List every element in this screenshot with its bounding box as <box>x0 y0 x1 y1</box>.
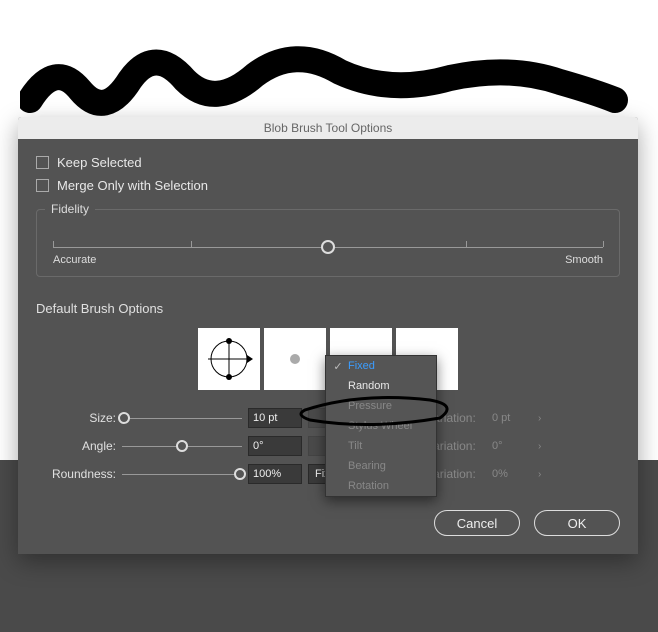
size-input[interactable] <box>248 408 302 428</box>
size-slider[interactable] <box>122 411 242 425</box>
chevron-right-icon: › <box>538 441 550 452</box>
popup-item-pressure[interactable]: Pressure <box>326 396 436 416</box>
roundness-label: Roundness: <box>36 467 116 481</box>
chevron-right-icon: › <box>538 469 550 480</box>
angle-variation-value: 0° <box>492 440 532 452</box>
fidelity-title: Fidelity <box>45 202 95 216</box>
fidelity-group: Fidelity Accurate Smooth <box>36 209 620 277</box>
fidelity-left-label: Accurate <box>53 254 96 266</box>
merge-only-label: Merge Only with Selection <box>57 178 208 193</box>
brush-stroke-sample <box>20 30 630 120</box>
check-icon: ✓ <box>332 360 344 373</box>
cancel-button[interactable]: Cancel <box>434 510 520 536</box>
keep-selected-checkbox[interactable] <box>36 156 49 169</box>
fidelity-right-label: Smooth <box>565 254 603 266</box>
chevron-right-icon: › <box>538 413 550 424</box>
popup-item-stylus-wheel[interactable]: Stylus Wheel <box>326 416 436 436</box>
angle-slider-handle[interactable] <box>176 440 188 452</box>
keep-selected-label: Keep Selected <box>57 155 142 170</box>
fidelity-slider-area: Accurate Smooth <box>53 224 603 266</box>
dialog-title: Blob Brush Tool Options <box>264 121 393 135</box>
default-brush-title: Default Brush Options <box>36 301 620 316</box>
roundness-variation-value: 0% <box>492 468 532 480</box>
roundness-input[interactable] <box>248 464 302 484</box>
keep-selected-row[interactable]: Keep Selected <box>36 155 620 170</box>
merge-only-checkbox[interactable] <box>36 179 49 192</box>
ok-button[interactable]: OK <box>534 510 620 536</box>
angle-label: Angle: <box>36 439 116 453</box>
roundness-slider-handle[interactable] <box>234 468 246 480</box>
dialog-titlebar: Blob Brush Tool Options <box>18 117 638 139</box>
size-slider-handle[interactable] <box>118 412 130 424</box>
popup-item-rotation[interactable]: Rotation <box>326 476 436 496</box>
fidelity-handle[interactable] <box>321 240 335 254</box>
popup-item-tilt[interactable]: Tilt <box>326 436 436 456</box>
angle-input[interactable] <box>248 436 302 456</box>
popup-item-fixed[interactable]: ✓ Fixed <box>326 356 436 376</box>
fidelity-slider[interactable] <box>53 236 603 248</box>
angle-slider[interactable] <box>122 439 242 453</box>
type-dropdown-menu: ✓ Fixed Random Pressure Stylus Wheel Til… <box>325 355 437 497</box>
merge-only-row[interactable]: Merge Only with Selection <box>36 178 620 193</box>
popup-item-bearing[interactable]: Bearing <box>326 456 436 476</box>
size-label: Size: <box>36 411 116 425</box>
dialog-button-row: Cancel OK <box>36 510 620 536</box>
brush-preview-shape[interactable] <box>198 328 260 390</box>
popup-item-random[interactable]: Random <box>326 376 436 396</box>
size-variation-value: 0 pt <box>492 412 532 424</box>
roundness-slider[interactable] <box>122 467 242 481</box>
brush-preview-min <box>264 328 326 390</box>
